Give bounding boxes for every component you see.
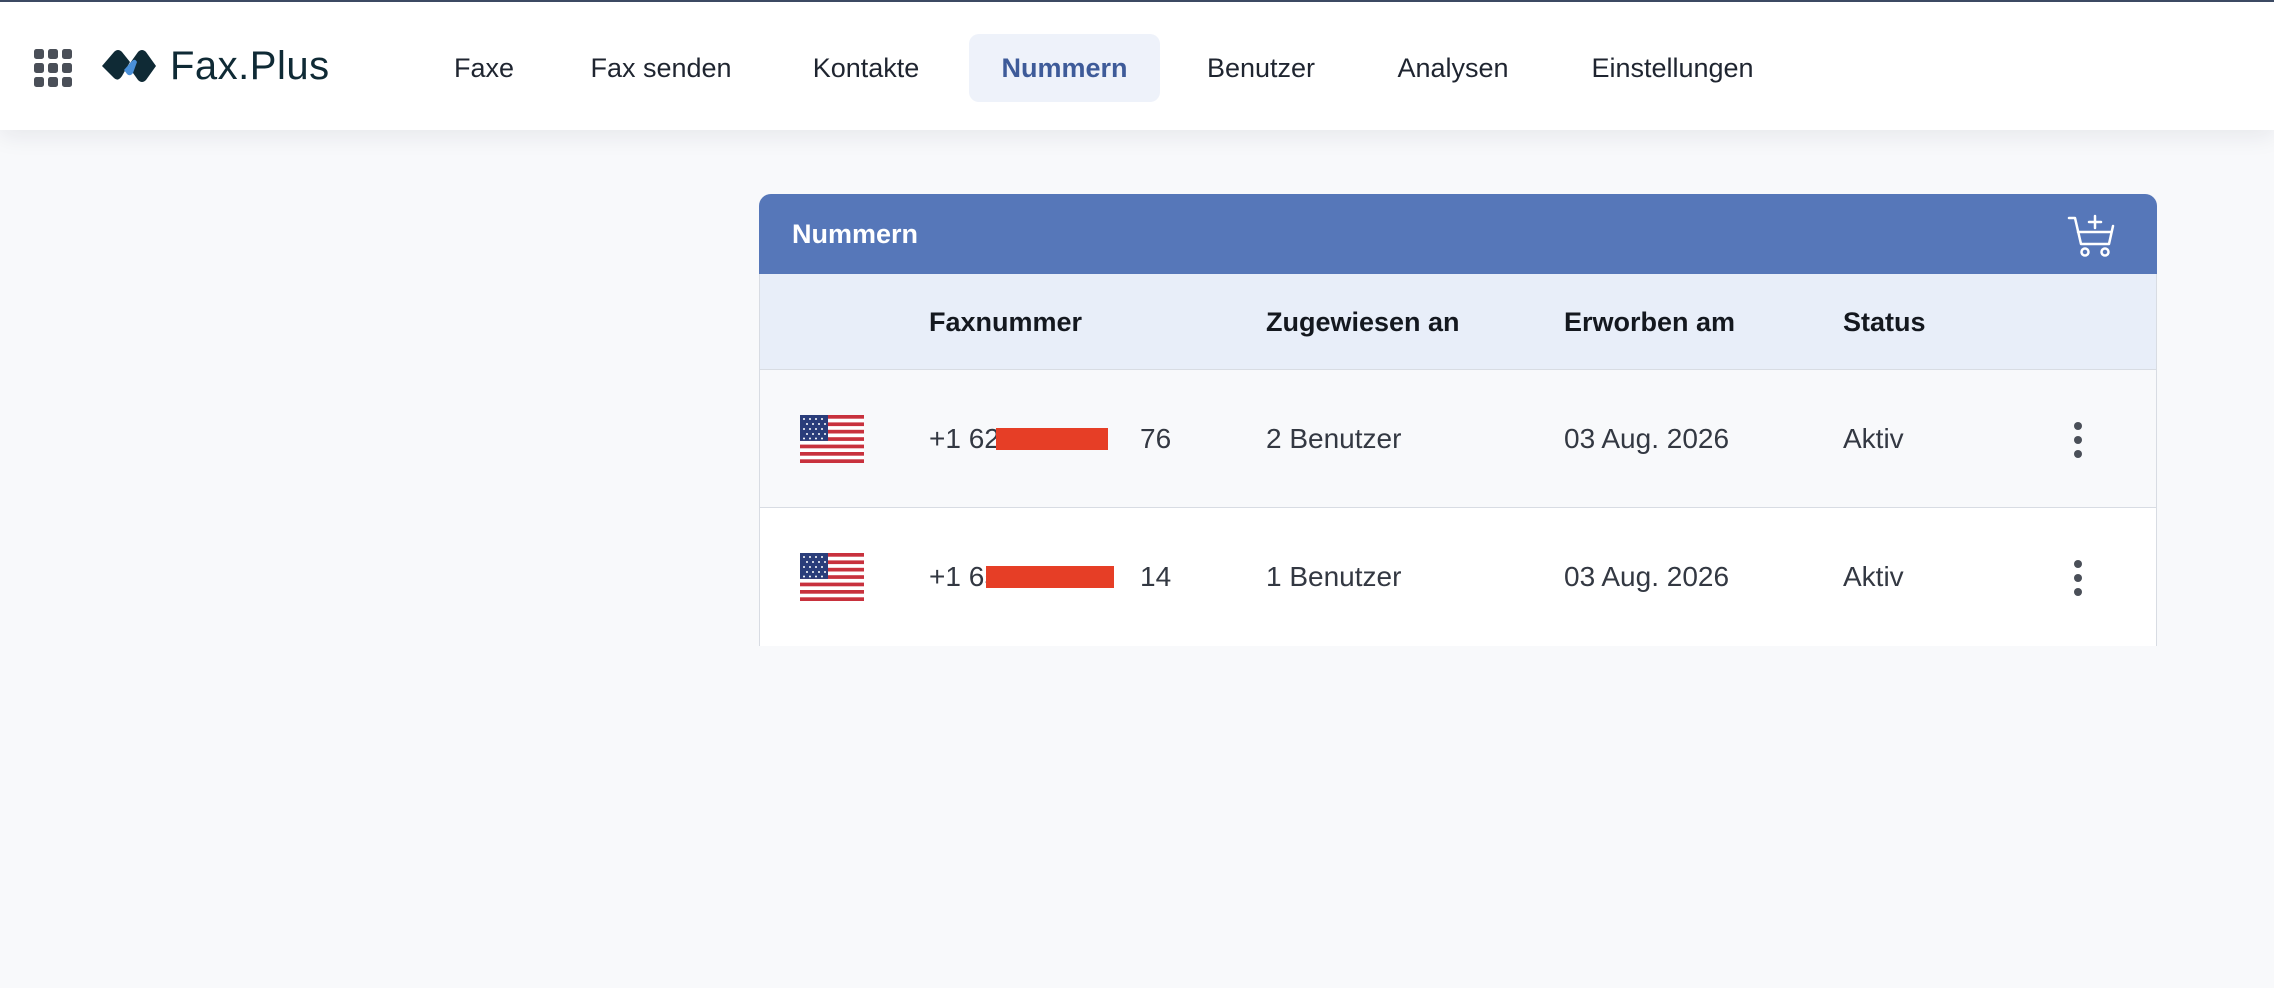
brand-name: Fax.Plus (170, 43, 330, 88)
fax-number-suffix: 14 (1140, 561, 1172, 592)
table-row[interactable]: +1 62 76 2 Benutzer 03 Aug. 2026 Aktiv (760, 370, 2156, 508)
column-header-erworben-am[interactable]: Erworben am (1564, 274, 1735, 370)
more-vertical-icon[interactable] (2066, 422, 2090, 458)
nav-item-analysen[interactable]: Analysen (1387, 34, 1519, 102)
assigned-users[interactable]: 2 Benutzer (1266, 370, 1401, 508)
redaction-bar (996, 428, 1108, 450)
brand-logo[interactable]: Fax.Plus (100, 38, 330, 94)
us-flag-icon (800, 553, 864, 601)
table-row[interactable]: +1 65 14 1 Benutzer 03 Aug. 2026 Aktiv (760, 508, 2156, 646)
nav-item-faxe[interactable]: Faxe (440, 34, 528, 102)
nav-item-nummern[interactable]: Nummern (969, 34, 1160, 102)
nav-item-kontakte[interactable]: Kontakte (792, 34, 940, 102)
us-flag-icon (800, 415, 864, 463)
nav-item-einstellungen[interactable]: Einstellungen (1580, 34, 1765, 102)
status-text: Aktiv (1843, 561, 1904, 592)
column-header-faxnummer[interactable]: Faxnummer (929, 274, 1082, 370)
numbers-card: Nummern Faxnummer Zugewiesen an Erworben… (759, 194, 2157, 646)
nav-item-fax-senden[interactable]: Fax senden (578, 34, 744, 102)
fax-plus-logo-icon (102, 50, 156, 82)
redaction-bar (986, 566, 1114, 588)
fax-number-suffix: 76 (1140, 423, 1172, 454)
assigned-users[interactable]: 1 Benutzer (1266, 508, 1401, 646)
table-header: Faxnummer Zugewiesen an Erworben am Stat… (760, 274, 2156, 370)
more-vertical-icon[interactable] (2066, 560, 2090, 596)
column-header-status[interactable]: Status (1843, 274, 1926, 370)
card-title: Nummern (792, 219, 919, 249)
acquired-date: 03 Aug. 2026 (1564, 423, 1730, 454)
status-text: Aktiv (1843, 423, 1904, 454)
card-header: Nummern (759, 194, 2157, 274)
top-navbar: Fax.Plus Faxe Fax senden Kontakte Nummer… (0, 0, 2274, 130)
fax-number-prefix: +1 62 (929, 423, 1000, 454)
add-to-cart-icon[interactable] (2067, 212, 2115, 258)
nav-item-benutzer[interactable]: Benutzer (1194, 34, 1328, 102)
apps-grid-icon[interactable] (34, 49, 72, 87)
column-header-zugewiesen-an[interactable]: Zugewiesen an (1266, 274, 1460, 370)
acquired-date: 03 Aug. 2026 (1564, 561, 1730, 592)
